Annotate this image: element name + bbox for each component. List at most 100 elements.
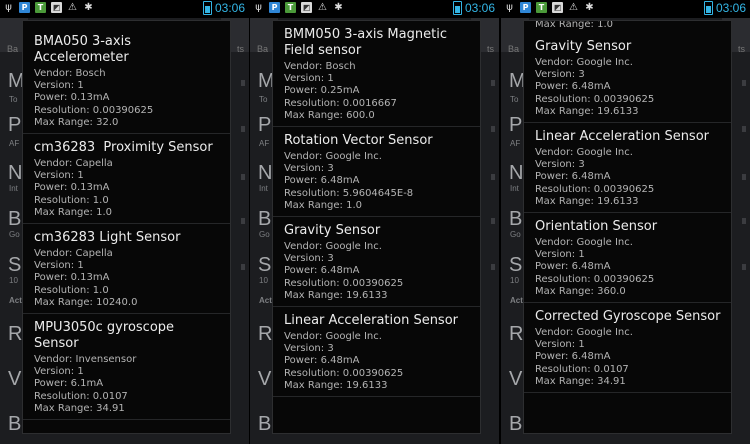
background-item-sub: To — [9, 95, 18, 104]
clock: 03:06 — [715, 1, 746, 15]
sensor-list-item[interactable]: BMM050 3-axis Magnetic Field sensor Vend… — [273, 21, 480, 128]
sensor-vendor: Vendor: Bosch — [34, 68, 106, 79]
background-tab-left-label: Ba — [508, 44, 520, 54]
t-icon: T — [35, 2, 46, 13]
status-right: 03:06 — [202, 1, 245, 15]
sensor-max-range: Max Range: 1.0 — [34, 206, 112, 218]
usb-icon: ψ — [255, 2, 262, 13]
sensor-max-range: Max Range: 19.6133 — [284, 379, 388, 391]
battery-charging-icon — [452, 1, 462, 15]
sensor-name: Corrected Gyroscope Sensor — [535, 309, 721, 325]
sensor-list-item[interactable]: cm36283 Proximity Sensor Vendor: Capella… — [23, 134, 230, 225]
sensor-vendor: Vendor: Google Inc. — [535, 57, 633, 68]
sensor-version: Version: 1 — [284, 73, 334, 85]
background-item-sub: AF — [510, 139, 521, 148]
alert-icon: ⚠ — [68, 2, 77, 13]
sensor-list-item[interactable]: Linear Acceleration Sensor Vendor: Googl… — [273, 307, 480, 398]
sensor-version: Version: 1 — [34, 80, 84, 92]
sensor-list-dialog: BMM050 3-axis Magnetic Field sensor Vend… — [272, 20, 481, 434]
sensor-version: Version: 3 — [535, 69, 585, 81]
sensor-list[interactable]: BMM050 3-axis Magnetic Field sensor Vend… — [273, 21, 480, 398]
sensor-list-item[interactable]: Corrected Gyroscope Sensor Vendor: Googl… — [524, 303, 731, 394]
sensor-max-range: Max Range: 19.6133 — [284, 289, 388, 301]
notification-icons: ψ P T ◩ ⚠ ✱ — [504, 2, 595, 13]
sensor-list-item-partial[interactable]: Max Range: 1.0 — [524, 21, 731, 33]
sensor-version: Version: 1 — [34, 170, 84, 182]
background-item-sub: Int — [510, 184, 519, 193]
sensor-max-range: Max Range: 1.0 — [535, 21, 613, 30]
sensor-max-range: Max Range: 32.0 — [34, 116, 119, 128]
sensor-name: cm36283 Proximity Sensor — [34, 140, 213, 156]
sensor-max-range: Max Range: 34.91 — [34, 402, 125, 414]
clock: 03:06 — [464, 1, 495, 15]
sensor-power: Power: 6.48mA — [535, 171, 611, 183]
background-right-marker — [241, 218, 245, 224]
phone-screen: ψ P T ◩ ⚠ ✱ 03:06 Ba ts M To P AF N Int … — [0, 0, 249, 444]
p-icon: P — [520, 2, 531, 13]
sensor-version: Version: 1 — [535, 249, 585, 261]
sensor-name: Gravity Sensor — [535, 39, 632, 54]
battery-charging-icon — [202, 1, 212, 15]
sensor-list-item[interactable]: BMA050 3-axis Accelerometer Vendor: Bosc… — [23, 28, 230, 135]
sensor-list[interactable]: Max Range: 1.0 Gravity Sensor Vendor: Go… — [524, 21, 731, 394]
background-item-letter: P — [509, 114, 523, 136]
sensor-vendor: Vendor: Google Inc. — [535, 147, 633, 159]
sensor-version: Version: 1 — [34, 366, 84, 378]
sensor-name: Gravity Sensor — [284, 223, 381, 239]
background-right-marker — [491, 126, 495, 132]
alert-icon: ⚠ — [318, 2, 327, 13]
sensor-power: Power: 6.48mA — [535, 81, 611, 93]
status-bar: ψ P T ◩ ⚠ ✱ 03:06 — [0, 0, 249, 18]
sensor-list-item[interactable]: Gravity Sensor Vendor: Google Inc. Versi… — [273, 217, 480, 308]
background-right-marker — [742, 218, 746, 224]
background-right-marker — [241, 126, 245, 132]
background-right-marker — [742, 126, 746, 132]
sensor-max-range: Max Range: 10240.0 — [34, 296, 138, 308]
sensor-power: Power: 0.13mA — [34, 182, 110, 194]
sensor-max-range: Max Range: 600.0 — [284, 109, 375, 121]
background-right-marker — [241, 174, 245, 180]
sensor-list-item[interactable]: Gravity Sensor Vendor: Google Inc. Versi… — [524, 33, 731, 124]
background-item-letter: P — [8, 114, 22, 136]
bug-icon: ✱ — [84, 2, 93, 13]
sensor-list-item[interactable]: Linear Acceleration Sensor Vendor: Googl… — [524, 123, 731, 214]
image-icon: ◩ — [301, 2, 312, 13]
background-right-marker — [742, 174, 746, 180]
background-tab-left-label: Ba — [257, 44, 269, 54]
sensor-power: Power: 6.48mA — [284, 355, 360, 367]
sensor-list-item[interactable]: Rotation Vector Sensor Vendor: Google In… — [273, 127, 480, 218]
sensor-list-item[interactable]: MPU3050c gyroscope Sensor Vendor: Invens… — [23, 314, 230, 421]
background-right-marker — [491, 80, 495, 86]
sensor-name: Orientation Sensor — [535, 219, 658, 235]
background-right-marker — [742, 80, 746, 86]
sensor-resolution: Resolution: 1.0 — [34, 284, 109, 296]
sensor-max-range: Max Range: 360.0 — [535, 285, 626, 297]
background-item-letter: V — [509, 368, 523, 390]
background-item-letter: B — [258, 208, 272, 230]
usb-icon: ψ — [506, 2, 513, 13]
sensor-resolution: Resolution: 0.00390625 — [535, 93, 655, 105]
clock: 03:06 — [214, 1, 245, 15]
background-item-letter: B — [509, 208, 523, 230]
status-right: 03:06 — [703, 1, 746, 15]
sensor-version: Version: 3 — [284, 343, 334, 355]
sensor-list[interactable]: BMA050 3-axis Accelerometer Vendor: Bosc… — [23, 28, 230, 421]
sensor-resolution: Resolution: 0.00390625 — [34, 104, 154, 116]
sensor-list-item[interactable]: Orientation Sensor Vendor: Google Inc. V… — [524, 213, 731, 304]
background-right-marker — [742, 264, 746, 270]
background-item-sub: Go — [9, 230, 20, 239]
background-right-marker — [491, 264, 495, 270]
sensor-version: Version: 1 — [535, 339, 585, 351]
background-right-marker — [491, 174, 495, 180]
background-item-letter: B — [8, 413, 22, 435]
background-item-sub: Int — [9, 184, 18, 193]
t-icon: T — [285, 2, 296, 13]
status-right: 03:06 — [452, 1, 495, 15]
sensor-version: Version: 3 — [284, 253, 334, 265]
sensor-max-range: Max Range: 34.91 — [535, 375, 626, 387]
background-item-letter: B — [8, 208, 22, 230]
sensor-vendor: Vendor: Google Inc. — [284, 241, 382, 253]
background-item-sub: 10 — [9, 276, 18, 285]
background-item-sub: 10 — [259, 276, 268, 285]
sensor-list-item[interactable]: cm36283 Light Sensor Vendor: Capella Ver… — [23, 224, 230, 315]
